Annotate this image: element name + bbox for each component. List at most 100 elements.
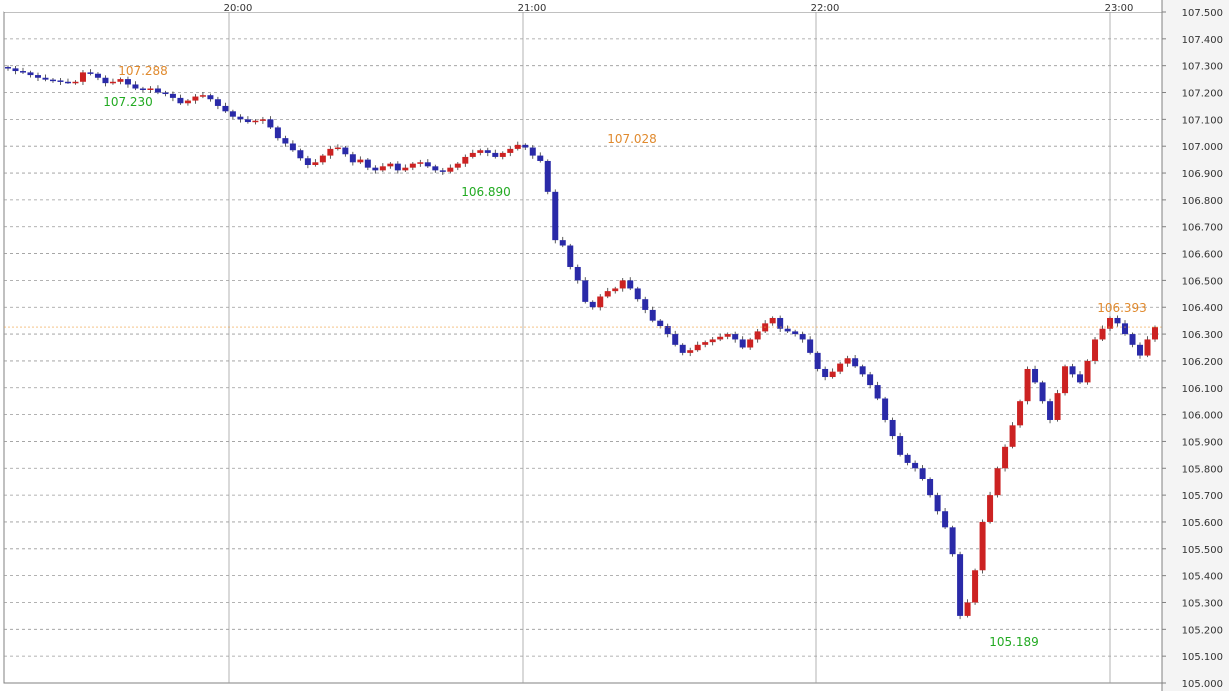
candle-up bbox=[117, 79, 124, 82]
candle-down bbox=[904, 454, 911, 463]
y-tick-label: 105.000 bbox=[1182, 679, 1223, 690]
candle-down bbox=[1114, 317, 1121, 324]
y-tick-label: 105.100 bbox=[1182, 652, 1223, 663]
y-tick-label: 106.700 bbox=[1182, 223, 1223, 234]
candle-down bbox=[424, 162, 431, 167]
candle-up bbox=[402, 167, 409, 171]
candle-down bbox=[304, 158, 311, 165]
y-tick-label: 107.100 bbox=[1182, 115, 1223, 126]
y-tick-label: 106.000 bbox=[1182, 411, 1223, 422]
y-tick-label: 106.500 bbox=[1182, 276, 1223, 287]
y-tick-label: 107.500 bbox=[1182, 8, 1223, 19]
candle-up bbox=[604, 291, 611, 297]
candle-down bbox=[207, 95, 214, 100]
candle-down bbox=[657, 320, 664, 327]
time-strip bbox=[4, 0, 1162, 12]
candle-up bbox=[109, 81, 116, 84]
candle-down bbox=[642, 299, 649, 310]
candle-down bbox=[529, 147, 536, 156]
y-tick-label: 106.300 bbox=[1182, 330, 1223, 341]
candle-down bbox=[544, 160, 551, 192]
candle-down bbox=[732, 334, 739, 340]
candle-down bbox=[132, 84, 139, 89]
candle-up bbox=[694, 344, 701, 351]
price-annotation-low: 107.230 bbox=[103, 95, 153, 109]
candle-down bbox=[867, 374, 874, 386]
candle-up bbox=[619, 280, 626, 289]
candle-up bbox=[1002, 446, 1009, 469]
candle-up bbox=[987, 495, 994, 522]
candle-down bbox=[64, 81, 71, 84]
candle-down bbox=[177, 97, 184, 104]
candle-down bbox=[784, 328, 791, 332]
candle-down bbox=[229, 111, 236, 117]
candle-down bbox=[537, 155, 544, 161]
candle-down bbox=[87, 72, 94, 74]
candle-down bbox=[484, 150, 491, 153]
candle-up bbox=[199, 95, 206, 97]
candle-down bbox=[102, 77, 109, 84]
candle-up bbox=[192, 96, 199, 101]
candle-up bbox=[709, 339, 716, 343]
candle-down bbox=[274, 127, 281, 139]
candle-up bbox=[837, 363, 844, 372]
price-annotation-high: 106.393 bbox=[1097, 301, 1147, 315]
candle-up bbox=[327, 148, 334, 156]
candle-down bbox=[739, 339, 746, 348]
price-annotation-high: 107.288 bbox=[118, 64, 168, 78]
candle-down bbox=[1039, 382, 1046, 402]
candle-up bbox=[447, 167, 454, 172]
candle-up bbox=[702, 342, 709, 345]
candle-up bbox=[147, 88, 154, 90]
y-tick-label: 106.200 bbox=[1182, 357, 1223, 368]
candle-down bbox=[649, 309, 656, 321]
candle-down bbox=[289, 143, 296, 151]
candle-up bbox=[417, 162, 424, 164]
candle-up bbox=[1017, 401, 1024, 426]
candle-down bbox=[342, 147, 349, 155]
candle-down bbox=[942, 511, 949, 528]
candle-up bbox=[469, 152, 476, 157]
x-tick-label: 23:00 bbox=[1105, 3, 1134, 14]
candle-down bbox=[162, 92, 169, 95]
x-tick-label: 22:00 bbox=[811, 3, 840, 14]
candle-up bbox=[1144, 339, 1151, 356]
candle-down bbox=[439, 170, 446, 172]
candle-down bbox=[627, 280, 634, 289]
candle-down bbox=[882, 398, 889, 420]
candle-down bbox=[34, 75, 41, 78]
candle-down bbox=[1137, 344, 1144, 356]
candle-down bbox=[267, 119, 274, 128]
candle-up bbox=[79, 72, 86, 82]
candle-up bbox=[379, 166, 386, 171]
candle-up bbox=[409, 163, 416, 168]
y-tick-label: 105.800 bbox=[1182, 464, 1223, 475]
candle-down bbox=[432, 166, 439, 171]
candle-down bbox=[672, 334, 679, 345]
candle-up bbox=[72, 81, 79, 84]
candle-down bbox=[169, 93, 176, 98]
candle-up bbox=[994, 468, 1001, 496]
candle-down bbox=[814, 352, 821, 369]
candle-down bbox=[949, 527, 956, 555]
candle-down bbox=[852, 358, 859, 367]
candle-up bbox=[499, 152, 506, 157]
candle-down bbox=[927, 479, 934, 496]
candle-down bbox=[822, 368, 829, 378]
candle-down bbox=[49, 79, 56, 82]
candle-down bbox=[957, 554, 964, 616]
candle-up bbox=[597, 296, 604, 308]
candle-down bbox=[582, 280, 589, 302]
candle-down bbox=[1032, 368, 1039, 383]
y-axis: 107.500 107.400 107.300 107.200 107.100 107.0… bbox=[1161, 0, 1229, 691]
candle-down bbox=[897, 436, 904, 455]
candle-down bbox=[559, 240, 566, 246]
candle-down bbox=[567, 245, 574, 267]
y-tick-label: 105.400 bbox=[1182, 572, 1223, 583]
y-tick-label: 105.200 bbox=[1182, 625, 1223, 636]
candle-up bbox=[1084, 360, 1091, 383]
y-tick-label: 106.800 bbox=[1182, 196, 1223, 207]
candle-up bbox=[972, 570, 979, 603]
candle-down bbox=[364, 159, 371, 168]
candle-down bbox=[19, 71, 26, 73]
